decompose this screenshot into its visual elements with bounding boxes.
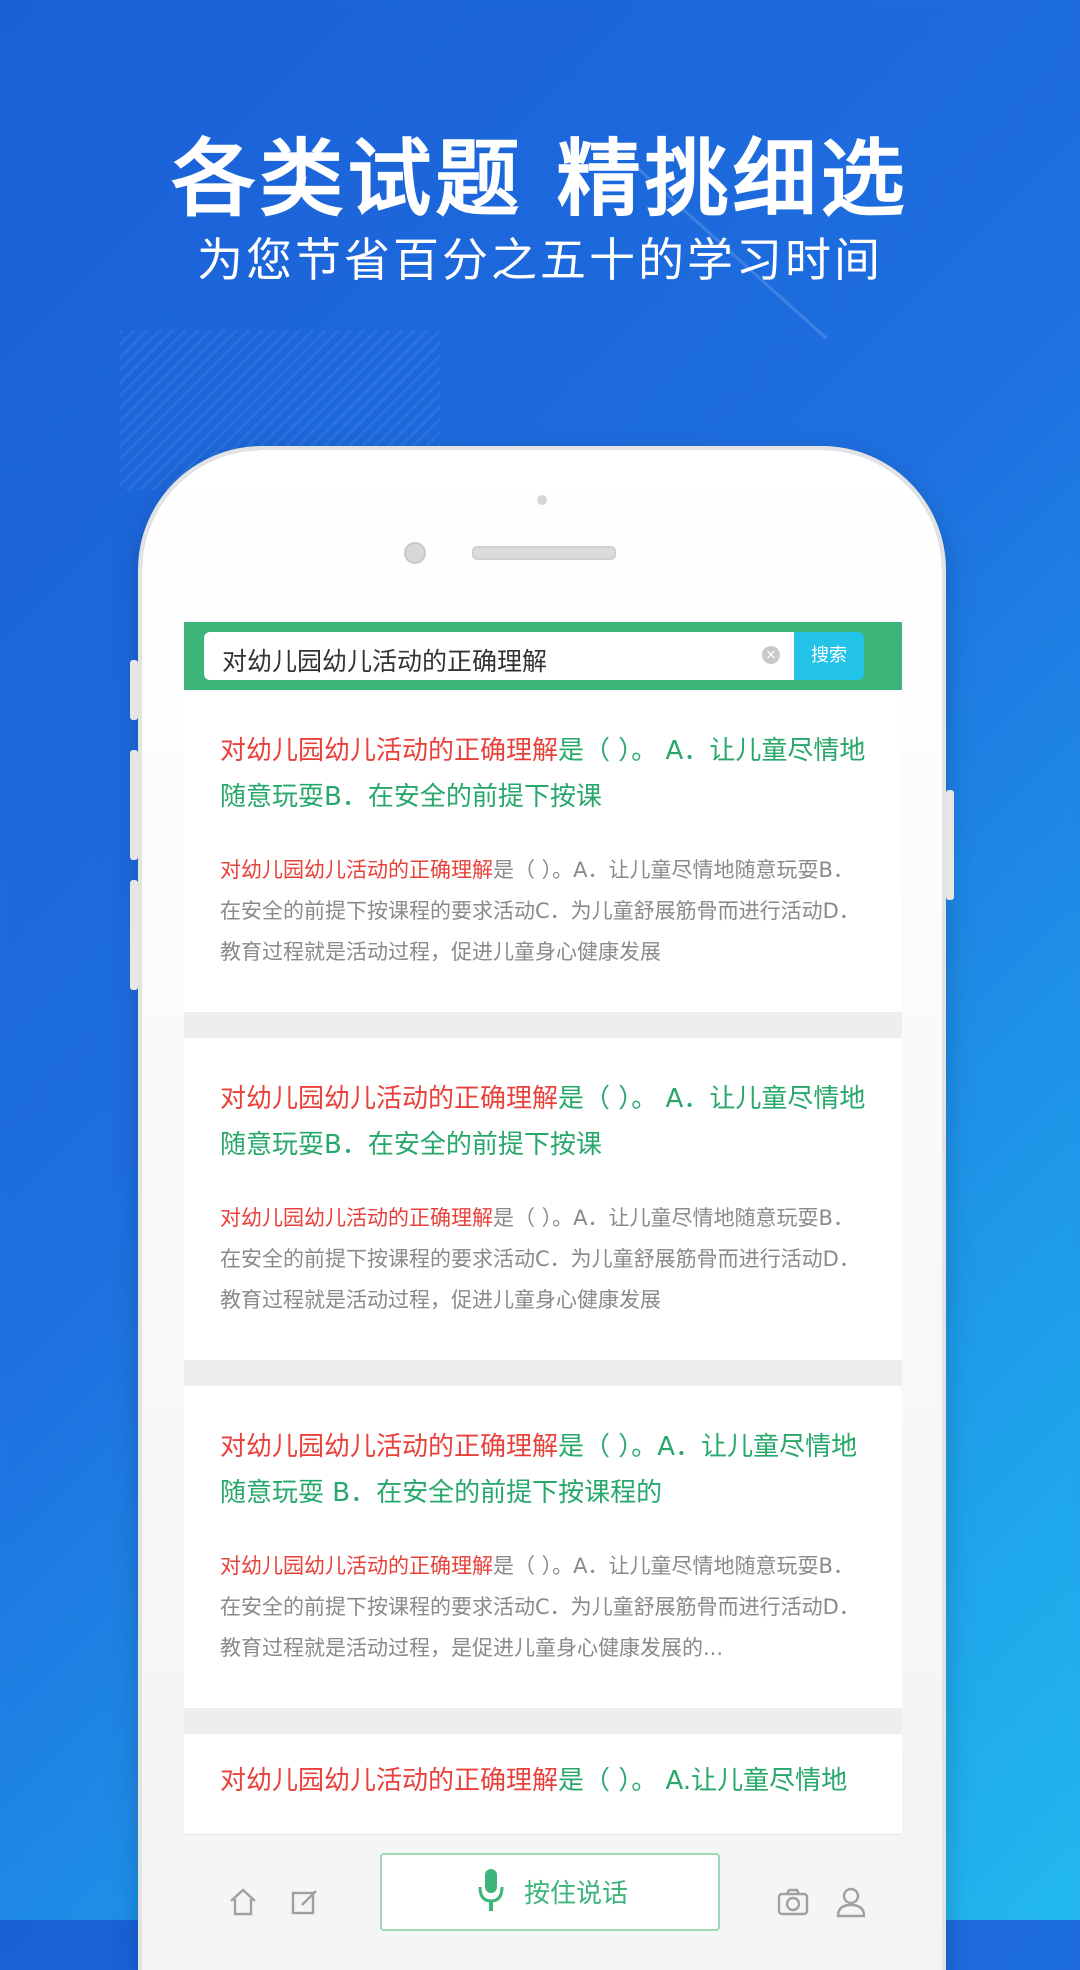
microphone-icon [478,1867,504,1913]
result-title-highlight: 对幼儿园幼儿活动的正确理解 [220,1432,559,1462]
clear-icon[interactable]: × [762,646,780,664]
phone-volume-up [130,750,138,860]
result-snippet-highlight: 对幼儿园幼儿活动的正确理解 [220,1206,493,1230]
result-title[interactable]: 对幼儿园幼儿活动的正确理解是（ ）。 A.让儿童尽情地 [220,1758,870,1804]
result-card[interactable]: 对幼儿园幼儿活动的正确理解是（ ）。A．让儿童尽情地随意玩耍 B．在安全的前提下… [184,1386,902,1708]
result-snippet-highlight: 对幼儿园幼儿活动的正确理解 [220,858,493,882]
search-query: 对幼儿园幼儿活动的正确理解 [222,647,548,676]
promo-subline: 为您节省百分之五十的学习时间 [197,233,883,287]
search-button[interactable]: 搜索 [794,632,864,680]
result-title-rest: 是（ ）。 A.让儿童尽情地 [558,1766,848,1796]
result-snippet: 对幼儿园幼儿活动的正确理解是（ ）。A．让儿童尽情地随意玩耍B．在安全的前提下按… [220,1546,870,1669]
result-title-highlight: 对幼儿园幼儿活动的正确理解 [220,1084,559,1114]
results-list: 对幼儿园幼儿活动的正确理解是（ ）。 A．让儿童尽情地随意玩耍B．在安全的前提下… [184,690,902,1934]
promo-headline: 各类试题 精挑细选 [171,130,909,228]
phone-volume-down [130,880,138,990]
result-title[interactable]: 对幼儿园幼儿活动的正确理解是（ ）。A．让儿童尽情地随意玩耍 B．在安全的前提下… [220,1424,870,1516]
result-snippet: 对幼儿园幼儿活动的正确理解是（ ）。A．让儿童尽情地随意玩耍B．在安全的前提下按… [220,1198,870,1321]
phone-front-camera [404,542,426,564]
search-bar: 对幼儿园幼儿活动的正确理解 × 搜索 [184,622,902,690]
result-snippet-highlight: 对幼儿园幼儿活动的正确理解 [220,1554,493,1578]
phone-mute-switch [130,660,138,720]
result-card[interactable]: 对幼儿园幼儿活动的正确理解是（ ）。 A．让儿童尽情地随意玩耍B．在安全的前提下… [184,690,902,1012]
hold-to-talk-label: 按住说话 [524,1879,629,1909]
phone-earpiece [472,546,616,560]
result-title-highlight: 对幼儿园幼儿活动的正确理解 [220,1766,559,1796]
edit-icon[interactable] [288,1885,322,1919]
hold-to-talk-button[interactable]: 按住说话 [380,1853,720,1931]
app-screen: 对幼儿园幼儿活动的正确理解 × 搜索 对幼儿园幼儿活动的正确理解是（ ）。 A．… [184,622,902,1970]
home-icon[interactable] [226,1885,260,1919]
camera-icon[interactable] [776,1885,810,1919]
result-card[interactable]: 对幼儿园幼儿活动的正确理解是（ ）。 A．让儿童尽情地随意玩耍B．在安全的前提下… [184,1038,902,1360]
result-title-highlight: 对幼儿园幼儿活动的正确理解 [220,736,559,766]
phone-sensor [537,495,547,505]
result-title[interactable]: 对幼儿园幼儿活动的正确理解是（ ）。 A．让儿童尽情地随意玩耍B．在安全的前提下… [220,1076,870,1168]
bottom-toolbar: 按住说话 [184,1834,902,1970]
phone-power-button [946,790,954,900]
user-icon[interactable] [834,1885,868,1919]
result-title[interactable]: 对幼儿园幼儿活动的正确理解是（ ）。 A．让儿童尽情地随意玩耍B．在安全的前提下… [220,728,870,820]
search-input[interactable]: 对幼儿园幼儿活动的正确理解 × [204,632,794,680]
phone-frame: 对幼儿园幼儿活动的正确理解 × 搜索 对幼儿园幼儿活动的正确理解是（ ）。 A．… [130,450,954,1970]
result-snippet: 对幼儿园幼儿活动的正确理解是（ ）。A．让儿童尽情地随意玩耍B．在安全的前提下按… [220,850,870,973]
